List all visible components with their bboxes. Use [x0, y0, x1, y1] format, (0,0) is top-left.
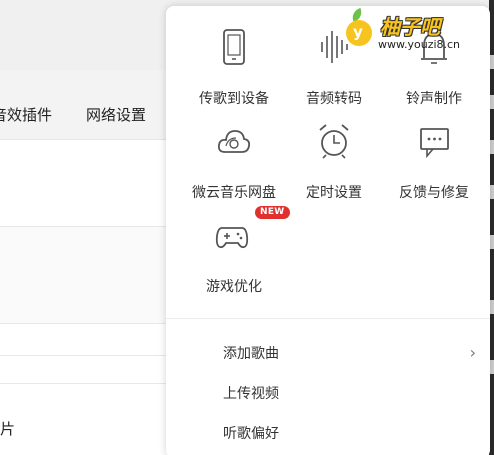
tool-feedback-repair[interactable]: 反馈与修复 — [380, 110, 488, 201]
tool-transfer-to-device[interactable]: 传歌到设备 — [180, 16, 288, 107]
cloud-icon — [217, 130, 251, 153]
watermark-url: www.youzi8.cn — [378, 38, 461, 51]
background-row — [0, 226, 170, 323]
divider — [0, 226, 170, 227]
gamepad-icon — [215, 227, 249, 249]
tool-label: 微云音乐网盘 — [192, 185, 276, 201]
menu-item-label: 听歌偏好 — [223, 426, 279, 442]
new-badge: NEW — [255, 206, 290, 219]
tools-menu: 传歌到设备 音频转码 铃声制作 微云音乐网盘 定时设置 反馈与修复 NEW 游戏… — [166, 6, 490, 455]
menu-item-label: 添加歌曲 — [223, 346, 279, 362]
logo-badge: y — [346, 20, 372, 46]
divider — [0, 355, 170, 356]
menu-item-label: 上传视频 — [223, 386, 279, 402]
tool-label: 铃声制作 — [406, 91, 462, 107]
tool-label: 定时设置 — [306, 185, 362, 201]
tool-label: 反馈与修复 — [399, 185, 469, 201]
divider — [0, 383, 170, 384]
divider — [0, 323, 170, 324]
tool-label: 传歌到设备 — [199, 91, 269, 107]
tool-game-optimize[interactable]: NEW 游戏优化 — [180, 204, 290, 295]
tab-sound-plugins[interactable]: 音效插件 — [0, 104, 52, 125]
menu-item-add-songs[interactable]: 添加歌曲 › — [166, 334, 490, 372]
tool-timer-settings[interactable]: 定时设置 — [280, 110, 388, 201]
tab-network-settings[interactable]: 网络设置 — [86, 104, 146, 125]
menu-item-listening-preferences[interactable]: 听歌偏好 — [166, 414, 490, 452]
alarm-clock-icon — [319, 124, 349, 159]
menu-divider — [166, 318, 490, 319]
feedback-icon — [420, 128, 449, 159]
phone-icon — [223, 29, 245, 65]
tool-label: 音频转码 — [306, 91, 362, 107]
menu-item-upload-video[interactable]: 上传视频 — [166, 374, 490, 412]
background-row-text: 片 — [0, 420, 16, 438]
tool-weiyun-music-drive[interactable]: 微云音乐网盘 — [180, 110, 288, 201]
tool-label: 游戏优化 — [206, 279, 262, 295]
watermark-brand: 柚子吧 — [380, 15, 440, 39]
watermark-logo: y 柚子吧 www.youzi8.cn — [346, 7, 494, 54]
chevron-right-icon: › — [469, 343, 476, 362]
